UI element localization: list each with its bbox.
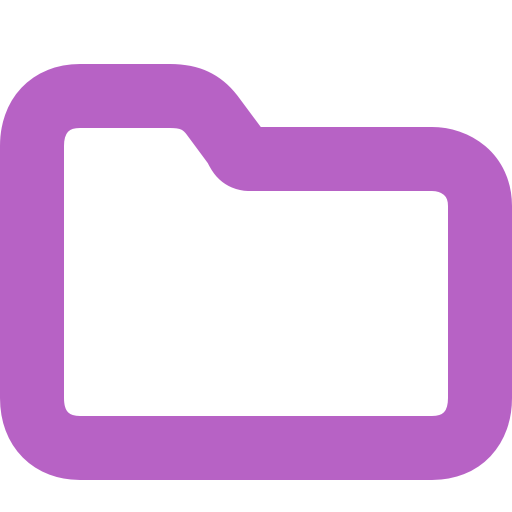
icon-canvas <box>0 0 512 512</box>
folder-icon <box>0 64 512 480</box>
folder-outline <box>0 64 512 480</box>
